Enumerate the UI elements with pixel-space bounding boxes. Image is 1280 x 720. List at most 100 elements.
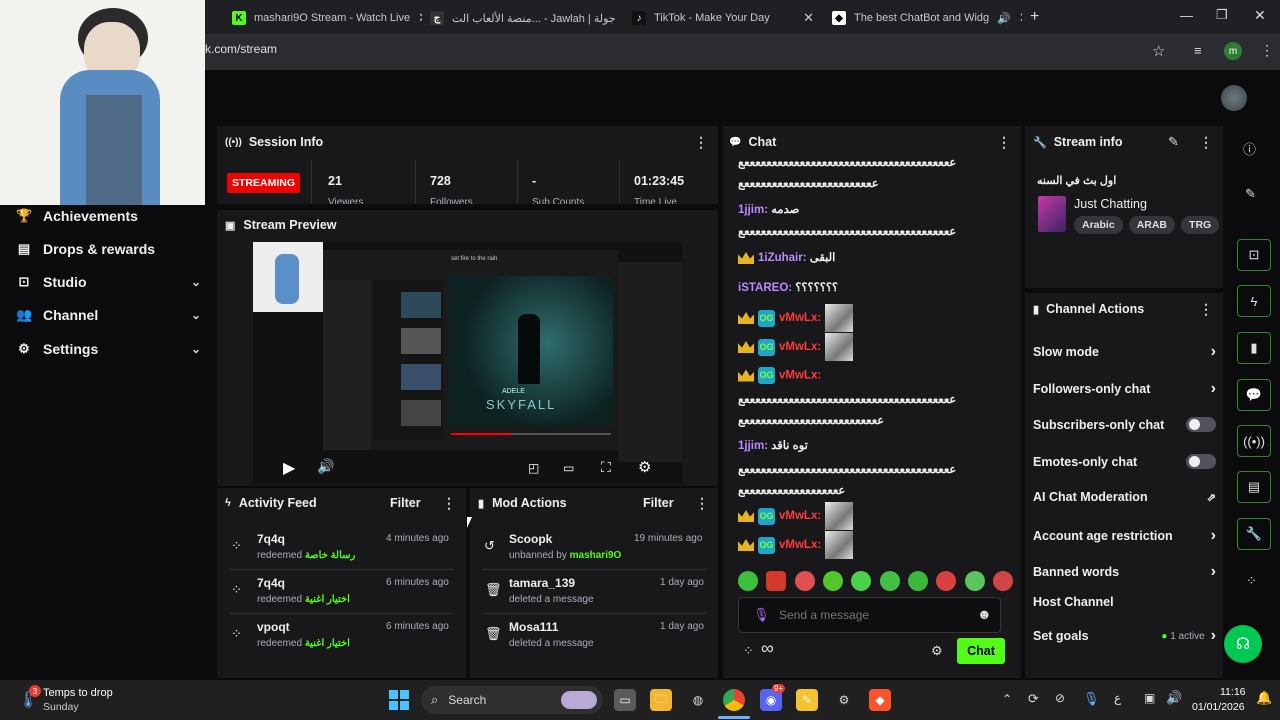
file-explorer-icon[interactable]: 🗀 [650,689,672,711]
mod-user[interactable]: tamara_139 [509,576,575,590]
info-icon[interactable]: ⓘ [1243,139,1256,158]
emote-icon[interactable] [822,571,843,591]
url-field[interactable]: k.com/stream [205,42,277,56]
chat-username[interactable]: 1jjim: [738,204,768,216]
profile-avatar[interactable]: m [1224,42,1242,60]
clock-time[interactable]: 11:16 [1220,686,1246,698]
volume-icon[interactable]: 🔊 [1166,690,1182,706]
emoji-icon[interactable]: ☻ [977,606,992,622]
chat-username[interactable]: vMwLx: [779,341,821,353]
more-options-icon[interactable]: ⋮ [997,134,1011,151]
filter-button[interactable]: Filter [390,496,421,510]
banned-words-row[interactable]: Banned words › [1033,563,1216,581]
microphone-icon[interactable]: 🎙 [1083,691,1100,707]
maximize-icon[interactable]: ❐ [1216,7,1228,23]
emote-icon[interactable] [907,571,928,591]
feed-user[interactable]: vpoqt [257,620,290,634]
tab-stream[interactable]: K mashari9O Stream - Watch Live ✕ [232,4,422,32]
set-goals-row[interactable]: Set goals ● 1 active › [1033,627,1216,645]
pip-icon[interactable]: ◰ [528,461,539,475]
chat-username[interactable]: vMwLx: [779,510,821,522]
tag[interactable]: TRG [1181,216,1220,234]
feed-user[interactable]: 7q4q [257,576,285,590]
emote-icon[interactable] [738,571,758,591]
network-icon[interactable]: ▣ [1144,691,1155,705]
task-view-icon[interactable]: ▭ [614,689,636,711]
ai-moderation-row[interactable]: AI Chat Moderation ⇗ [1033,490,1216,504]
account-age-row[interactable]: Account age restriction › [1033,527,1216,545]
more-options-icon[interactable]: ⋮ [695,495,709,512]
chat-username[interactable]: iSTAREO: [738,282,792,294]
volume-icon[interactable]: 🔊 [317,458,334,475]
tab-jawlah[interactable]: ج منصة الألعاب الت... - Jawlah | جولة ✕ [430,4,620,32]
followers-only-row[interactable]: Followers-only chat › [1033,380,1216,398]
more-options-icon[interactable]: ⋮ [694,134,708,151]
chat-input[interactable] [779,606,969,624]
reading-list-icon[interactable]: ≡ [1194,43,1202,58]
chrome-icon[interactable] [723,689,745,711]
tag[interactable]: Arabic [1074,216,1123,234]
chat-toggle-icon[interactable]: 💬 [1237,379,1271,411]
menu-icon[interactable]: ⋮ [1260,42,1274,59]
preview-toggle-icon[interactable]: ⊡ [1237,239,1271,271]
chevron-up-icon[interactable]: ⌃ [1002,692,1012,706]
feed-user[interactable]: 7q4q [257,532,285,546]
sidebar-item-channel[interactable]: 👥 Channel ⌄ [16,303,201,327]
pencil-icon[interactable]: ✎ [1245,186,1256,202]
mod-user[interactable]: Scoopk [509,532,552,546]
host-channel-row[interactable]: Host Channel [1033,595,1216,609]
chat-username[interactable]: 1iZuhair: [758,252,807,264]
obs-icon[interactable]: ◍ [687,689,709,711]
more-options-icon[interactable]: ⋮ [1199,301,1213,318]
microphone-icon[interactable]: 🎙 [753,607,770,623]
minimize-icon[interactable]: — [1180,8,1193,23]
more-options-icon[interactable]: ⋮ [1199,134,1213,151]
play-icon[interactable]: ▶ [283,458,295,478]
emote-icon[interactable] [879,571,900,591]
hidden-app-icon[interactable]: ⊘ [1055,691,1065,705]
settings-icon[interactable]: ⚙ [638,458,651,476]
tab-chatbot[interactable]: ◆ The best ChatBot and Widg 🔊 ✕ [832,4,1022,32]
emote-icon[interactable] [794,571,815,591]
settings-icon[interactable]: ⚙ [931,643,943,659]
category-thumbnail[interactable] [1038,196,1066,232]
close-window-icon[interactable]: ✕ [1254,7,1266,24]
avatar[interactable] [1221,85,1247,111]
subscribers-only-toggle[interactable] [1186,417,1216,432]
clock-date[interactable]: 01/01/2026 [1192,701,1245,713]
sync-icon[interactable]: ⟳ [1028,691,1039,707]
fullscreen-icon[interactable]: ⛶ [601,459,611,476]
support-headset-icon[interactable]: ☊ [1224,625,1262,663]
edit-icon[interactable]: ✎ [1168,134,1179,150]
theater-icon[interactable]: ▭ [563,461,574,475]
send-chat-button[interactable]: Chat [957,638,1005,664]
emote-icon[interactable] [992,571,1013,591]
chat-username[interactable]: 1jjim: [738,440,768,452]
close-icon[interactable]: ✕ [795,10,822,26]
kick-bubbles-icon[interactable]: ⁘ [1246,573,1257,589]
sidebar-item-drops[interactable]: ▤ Drops & rewards [16,237,201,261]
tag[interactable]: ARAB [1128,216,1176,234]
notes-app-icon[interactable]: ✎ [796,689,818,711]
slow-mode-row[interactable]: Slow mode › [1033,343,1216,361]
emotes-only-toggle[interactable] [1186,454,1216,469]
video-player[interactable]: ADELE SKYFALL set fire to the rain ▶ 🔊 ◰… [253,242,682,484]
activity-toggle-icon[interactable]: ϟ [1237,285,1271,317]
close-icon[interactable]: ✕ [616,10,620,26]
sidebar-item-settings[interactable]: ⚙ Settings ⌄ [16,337,201,361]
notifications-icon[interactable]: 🔔 [1256,690,1272,706]
mod-user[interactable]: Mosa111 [509,620,558,634]
channel-actions-toggle-icon[interactable]: ▤ [1237,471,1271,503]
windows-start-icon[interactable] [389,690,409,710]
sidebar-item-achievements[interactable]: 🏆 Achievements [16,204,201,228]
emote-icon[interactable] [851,571,872,591]
chat-username[interactable]: vMwLx: [779,312,821,324]
category-name[interactable]: Just Chatting [1074,197,1147,211]
close-icon[interactable]: ✕ [1011,10,1022,26]
emote-icon[interactable] [936,571,957,591]
close-icon[interactable]: ✕ [410,10,422,26]
tab-tiktok[interactable]: ♪ TikTok - Make Your Day ✕ [632,4,822,32]
new-tab-button[interactable]: + [1030,8,1039,26]
chat-username[interactable]: vMwLx: [779,370,821,382]
session-toggle-icon[interactable]: ((•)) [1237,425,1271,457]
